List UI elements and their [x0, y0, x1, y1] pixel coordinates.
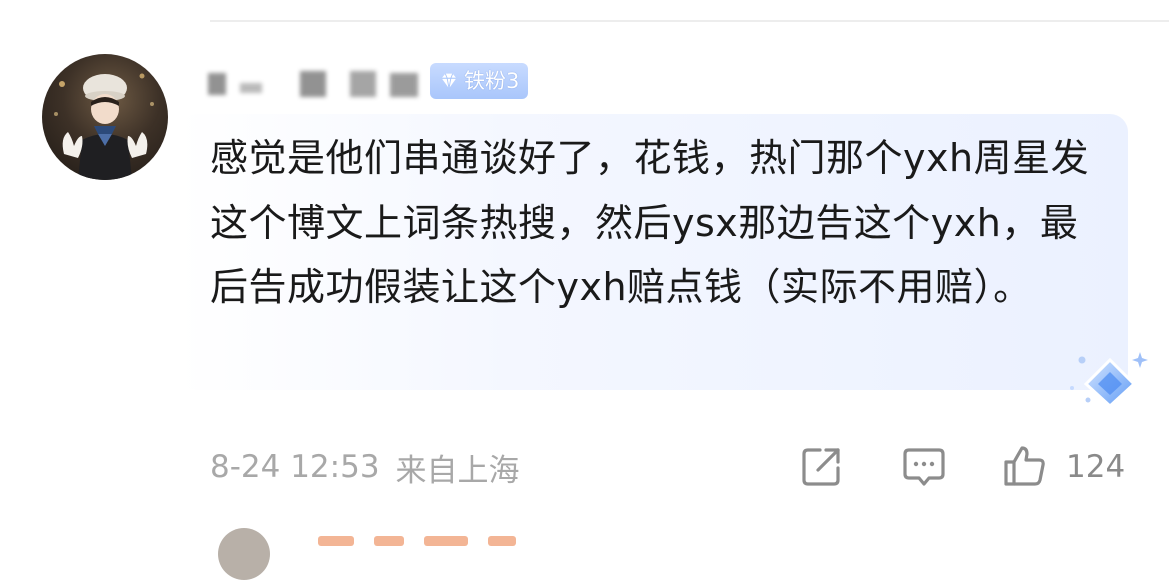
- avatar-image: [54, 73, 154, 180]
- next-comment-name-peek: [318, 536, 558, 550]
- fan-badge-label: 铁粉3: [464, 68, 520, 93]
- share-icon[interactable]: [800, 444, 844, 488]
- comment-icon[interactable]: [902, 444, 946, 488]
- username-row[interactable]: [200, 62, 430, 104]
- fan-diamond-decoration: [1070, 352, 1148, 409]
- comment-meta: 8-24 12:53 来自上海: [210, 444, 520, 490]
- fan-badge[interactable]: 铁粉3: [430, 63, 529, 99]
- comment-text[interactable]: 感觉是他们串通谈好了，花钱，热门那个yxh周星发这个博文上词条热搜，然后ysx那…: [210, 126, 1110, 320]
- thumbs-up-icon[interactable]: [1002, 444, 1046, 488]
- like-count: 124: [1066, 449, 1126, 485]
- user-avatar[interactable]: [42, 54, 168, 180]
- diamond-icon: [441, 73, 457, 89]
- comment-location: 来自上海: [395, 452, 520, 489]
- next-comment-avatar[interactable]: [218, 528, 270, 580]
- username-redacted: [200, 63, 430, 103]
- comment-time: 8-24 12:53: [210, 449, 380, 485]
- top-divider: [210, 20, 1169, 22]
